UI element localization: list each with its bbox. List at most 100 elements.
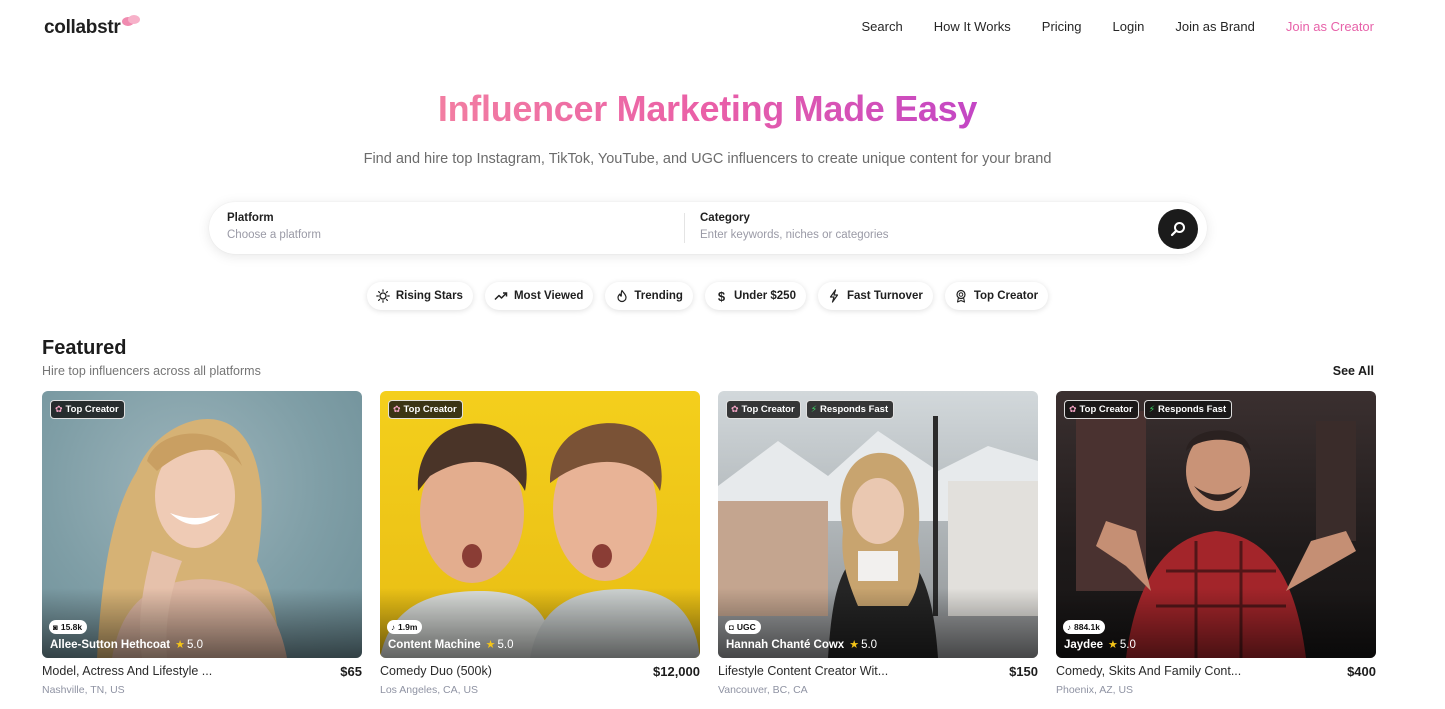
logo[interactable]: collabstr (44, 15, 142, 39)
creator-card[interactable]: ✿ Top Creator ⚡ Responds Fast ♪ 884.1k Jayd… (1056, 391, 1376, 701)
badge-label: Top Creator (65, 404, 119, 415)
chat-bubbles-icon (121, 15, 142, 31)
creator-rating: 5.0 (861, 638, 878, 651)
filter-label: Trending (634, 290, 683, 302)
trending-up-icon (494, 289, 509, 304)
ribbon-icon: ✿ (731, 404, 739, 414)
follower-count: 884.1k (1074, 622, 1100, 632)
badge-label: Top Creator (403, 404, 457, 415)
ribbon-icon: ✿ (1069, 404, 1077, 414)
top-creator-badge: ✿ Top Creator (388, 400, 463, 419)
creator-price: $150 (1009, 664, 1038, 679)
badge-label: Responds Fast (820, 404, 889, 415)
creator-location: Los Angeles, CA, US (380, 684, 479, 696)
card-badges: ✿ Top Creator (388, 400, 463, 419)
filter-label: Under $250 (733, 290, 796, 302)
category-placeholder: Enter keywords, niches or categories (700, 229, 889, 241)
creator-name-row: Jaydee ★ 5.0 (1064, 638, 1136, 652)
star-icon: ★ (175, 639, 185, 651)
dollar-icon: $ (717, 288, 726, 304)
card-badges: ✿ Top Creator (50, 400, 125, 419)
follower-count: 15.8k (60, 622, 83, 632)
creator-name: Jaydee (1064, 638, 1104, 651)
filter-label: Fast Turnover (846, 290, 923, 302)
follower-count: UGC (736, 622, 756, 632)
creator-name-row: Hannah Chanté Cowx ★ 5.0 (726, 638, 878, 652)
filter-label: Top Creator (973, 290, 1039, 302)
creator-name: Hannah Chanté Cowx (726, 638, 845, 651)
filter-most-viewed[interactable]: Most Viewed (484, 282, 594, 310)
search-divider (684, 213, 685, 243)
featured-cards: ✿ Top Creator ◙ 15.8k Allee-Sutton Hethcoa… (42, 391, 1376, 701)
creator-photo: ✿ Top Creator ⚡ Responds Fast ◘ UGC Hannah … (718, 391, 1038, 658)
nav-pricing-link[interactable]: Pricing (1042, 19, 1082, 34)
ribbon-icon: ✿ (55, 404, 63, 414)
filter-fast-turnover[interactable]: Fast Turnover (817, 282, 933, 310)
nav-login-link[interactable]: Login (1113, 19, 1145, 34)
nav-links: Search How It Works Pricing Login Join a… (862, 19, 1374, 34)
platform-label: Platform (227, 212, 274, 224)
top-creator-badge: ✿ Top Creator (1064, 400, 1139, 419)
filter-label: Most Viewed (513, 290, 584, 302)
creator-name-row: Content Machine ★ 5.0 (388, 638, 514, 652)
featured-subtitle: Hire top influencers across all platform… (42, 364, 261, 378)
creator-price: $400 (1347, 664, 1376, 679)
ribbon-icon (954, 289, 969, 304)
top-creator-badge: ✿ Top Creator (726, 400, 801, 419)
search-button[interactable] (1158, 209, 1198, 249)
creator-name-row: Allee-Sutton Hethcoat ★ 5.0 (50, 638, 203, 652)
follower-count-badge: ◙ 15.8k (49, 620, 88, 634)
filter-chips: Rising Stars Most Viewed Trending $ Unde… (0, 282, 1415, 310)
star-icon: ★ (485, 639, 496, 651)
nav-search-link[interactable]: Search (862, 19, 903, 34)
star-icon: ★ (849, 639, 860, 651)
creator-photo: ✿ Top Creator ⚡ Responds Fast ♪ 884.1k Jayd… (1056, 391, 1376, 658)
star-icon: ★ (1108, 639, 1118, 651)
camera-icon: ◘ (729, 622, 734, 632)
bolt-icon: ⚡ (1148, 404, 1156, 414)
creator-location: Phoenix, AZ, US (1056, 684, 1134, 696)
category-label: Category (700, 212, 750, 224)
search-icon (1170, 222, 1185, 237)
filter-under-250[interactable]: $ Under $250 (704, 282, 806, 310)
tiktok-icon: ♪ (1067, 622, 1071, 632)
creator-name: Allee-Sutton Hethcoat (50, 638, 171, 651)
creator-card[interactable]: ✿ Top Creator ⚡ Responds Fast ◘ UGC Hannah … (718, 391, 1038, 701)
badge-label: Responds Fast (1158, 404, 1227, 415)
hero-subtitle: Find and hire top Instagram, TikTok, You… (363, 151, 1052, 167)
nav-join-brand-link[interactable]: Join as Brand (1175, 19, 1255, 34)
platform-field[interactable]: Platform Choose a platform (227, 212, 321, 241)
flame-icon (614, 289, 629, 304)
creator-card[interactable]: ✿ Top Creator ◙ 15.8k Allee-Sutton Hethcoa… (42, 391, 362, 701)
responds-fast-badge: ⚡ Responds Fast (1143, 400, 1233, 419)
badge-label: Top Creator (741, 404, 795, 415)
creator-location: Vancouver, BC, CA (718, 684, 808, 696)
filter-rising-stars[interactable]: Rising Stars (366, 282, 473, 310)
filter-label: Rising Stars (395, 290, 463, 302)
top-nav: collabstr Search How It Works Pricing Lo… (0, 0, 1445, 54)
card-badges: ✿ Top Creator ⚡ Responds Fast (1064, 400, 1233, 419)
creator-price: $12,000 (653, 664, 700, 679)
featured-title: Featured (42, 337, 127, 359)
search-bar: Platform Choose a platform Category Ente… (209, 202, 1207, 254)
category-field[interactable]: Category Enter keywords, niches or categ… (700, 212, 889, 241)
instagram-icon: ◙ (53, 622, 58, 632)
follower-count: 1.9m (398, 622, 418, 632)
follower-count-badge: ◘ UGC (725, 620, 761, 634)
responds-fast-badge: ⚡ Responds Fast (805, 400, 895, 419)
creator-photo: ✿ Top Creator ◙ 15.8k Allee-Sutton Hethcoa… (42, 391, 362, 658)
filter-top-creator[interactable]: Top Creator (944, 282, 1049, 310)
badge-label: Top Creator (1079, 404, 1133, 415)
nav-how-it-works-link[interactable]: How It Works (934, 19, 1011, 34)
creator-location: Nashville, TN, US (42, 684, 125, 696)
creator-card[interactable]: ✿ Top Creator ♪ 1.9m Content Machine ★ 5.0 C… (380, 391, 700, 701)
see-all-link[interactable]: See All (1333, 364, 1374, 378)
follower-count-badge: ♪ 1.9m (387, 620, 423, 634)
filter-trending[interactable]: Trending (605, 282, 693, 310)
top-creator-badge: ✿ Top Creator (50, 400, 125, 419)
creator-rating: 5.0 (187, 638, 203, 651)
creator-rating: 5.0 (1119, 638, 1136, 651)
creator-description: Comedy, Skits And Family Cont... (1056, 664, 1242, 678)
bolt-icon (827, 289, 842, 304)
nav-join-creator-link[interactable]: Join as Creator (1286, 19, 1374, 34)
